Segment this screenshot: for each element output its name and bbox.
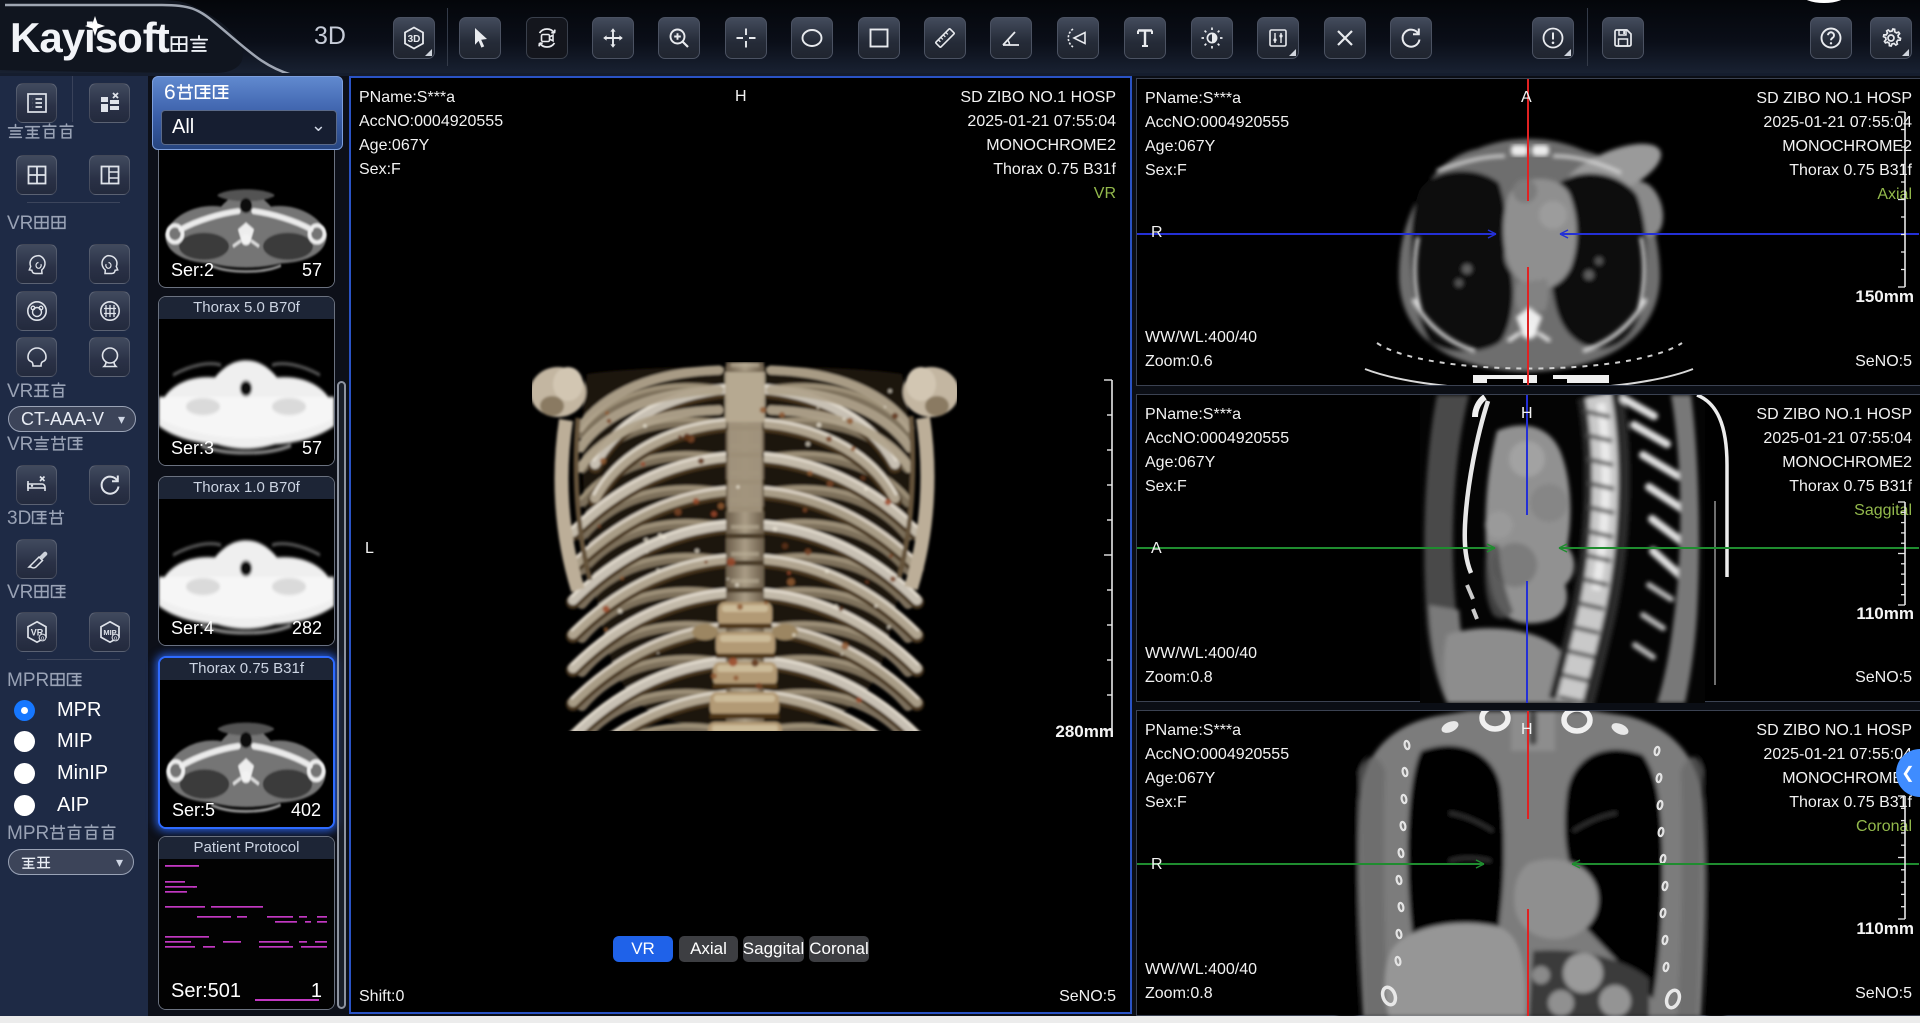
svg-text:3D: 3D (408, 34, 421, 45)
